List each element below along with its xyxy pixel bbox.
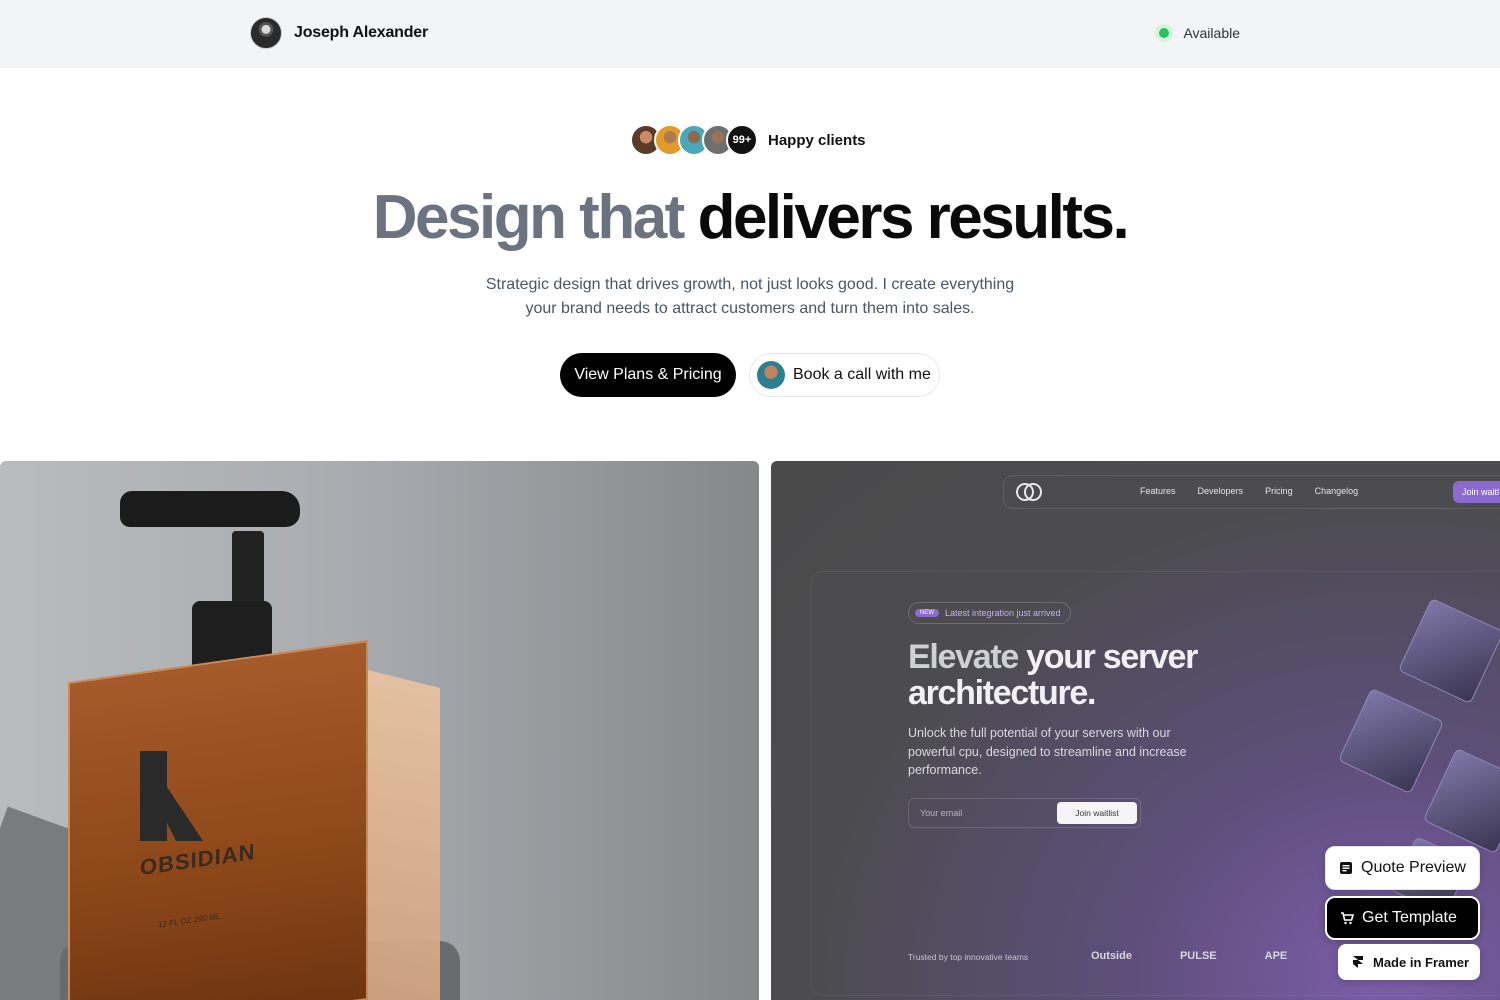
happy-clients: 99+ Happy clients	[630, 124, 866, 156]
hero-headline: Design that delivers results.	[0, 180, 1500, 256]
framer-icon	[1351, 955, 1365, 969]
mockup-description: Unlock the full potential of your server…	[908, 726, 1187, 777]
brand[interactable]: Joseph Alexander	[250, 17, 428, 49]
brand-name: Joseph Alexander	[294, 24, 429, 41]
get-template-button[interactable]: Get Template	[1325, 896, 1480, 940]
mockup-logos: Outside PULSE APE	[1091, 950, 1287, 962]
hero-subtitle: Strategic design that drives growth, not…	[450, 273, 1050, 321]
status-label: Available	[1183, 25, 1240, 41]
avatar	[250, 17, 282, 49]
status-dot-icon	[1155, 24, 1174, 42]
mockup-nav-item: Developers	[1197, 486, 1244, 496]
mockup-logo-icon	[1016, 483, 1042, 501]
book-call-label: Book a call with me	[793, 366, 931, 383]
mockup-trusted-label: Trusted by top innovative teams	[908, 952, 1029, 962]
pump-head	[120, 491, 300, 527]
made-in-framer-label: Made in Framer	[1373, 954, 1470, 970]
clients-label: Happy clients	[768, 131, 866, 149]
avatar	[757, 361, 785, 389]
document-icon	[1339, 861, 1353, 875]
top-bar: Joseph Alexander Available	[0, 0, 1500, 68]
mockup-nav-item: Changelog	[1314, 486, 1359, 496]
mockup-nav-item: Features	[1140, 486, 1176, 496]
mockup-nav: Features Developers Pricing Changelog	[1140, 486, 1358, 496]
subtitle-line-2: your brand needs to attract customers an…	[525, 300, 975, 317]
mockup-email-placeholder: Your email	[920, 808, 963, 818]
pump-neck	[232, 531, 264, 611]
mockup-nav-item: Pricing	[1265, 486, 1293, 496]
cart-icon	[1340, 911, 1354, 925]
mockup-title: Elevate your server architecture.	[908, 639, 1268, 711]
headline-dark: delivers results.	[697, 183, 1130, 252]
mockup-submit-button: Join waitlist	[1057, 802, 1137, 824]
mockup-logo-ape: APE	[1264, 950, 1288, 962]
mockup-email-form: Your email Join waitlist	[908, 798, 1141, 828]
book-call-button[interactable]: Book a call with me	[749, 353, 940, 397]
subtitle-line-1: Strategic design that drives growth, not…	[485, 276, 1015, 293]
mockup-logo-pulse: PULSE	[1179, 950, 1217, 962]
availability-status: Available	[1155, 24, 1240, 42]
new-tag: NEW	[915, 609, 939, 617]
made-in-framer-button[interactable]: Made in Framer	[1338, 944, 1480, 980]
headline-muted: Design that	[372, 183, 686, 252]
clients-count-badge: 99+	[726, 124, 758, 156]
quote-preview-button[interactable]: Quote Preview	[1325, 846, 1480, 890]
mockup-logo-outside: Outside	[1091, 950, 1132, 962]
badge-text: Latest integration just arrived	[945, 608, 1061, 618]
view-plans-button[interactable]: View Plans & Pricing	[560, 353, 736, 397]
mockup-title-fade: Elevate	[908, 638, 1019, 676]
mockup-join-button: Join waitl	[1453, 481, 1500, 503]
mockup-badge: NEW Latest integration just arrived	[908, 602, 1071, 624]
bottle-body	[68, 639, 368, 1000]
get-template-label: Get Template	[1362, 909, 1457, 926]
quote-preview-label: Quote Preview	[1361, 859, 1466, 876]
showcase-card-product[interactable]: OBSIDIAN 12 FL OZ 290 ML	[0, 461, 759, 1000]
